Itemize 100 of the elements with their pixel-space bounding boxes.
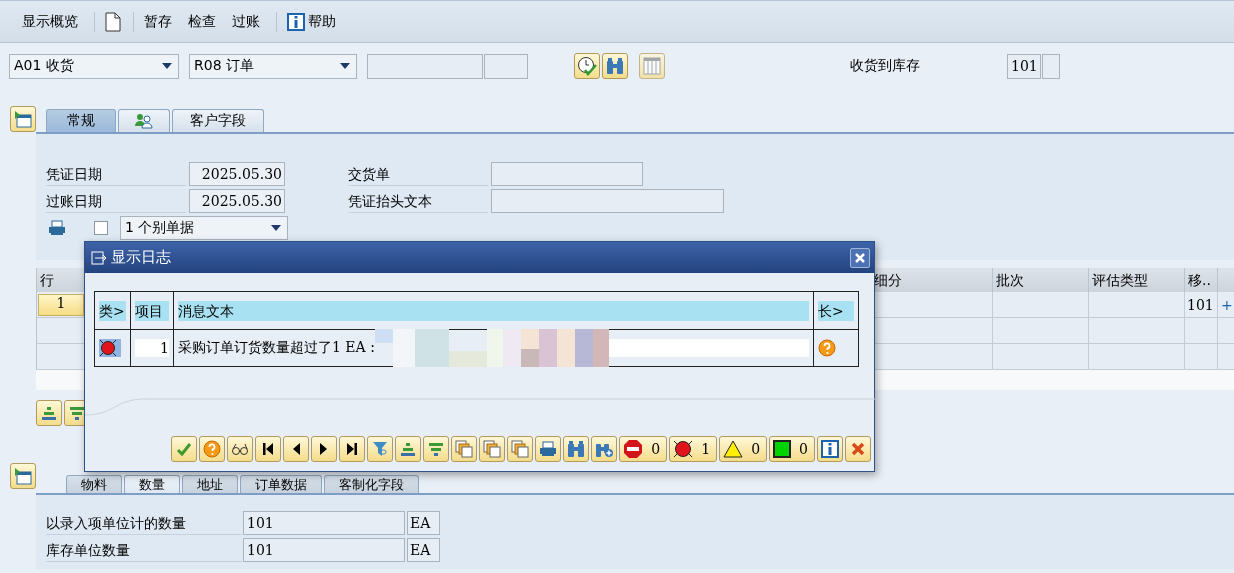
find-button[interactable] xyxy=(563,436,590,462)
header-toggle-icon xyxy=(14,110,32,128)
binoculars-icon xyxy=(606,57,624,75)
technical-info-button[interactable] xyxy=(227,436,254,462)
document-icon xyxy=(105,11,121,32)
message-filter-button[interactable]: 1 xyxy=(669,436,718,462)
new-document-button[interactable] xyxy=(105,11,121,32)
cancel-button[interactable] xyxy=(845,436,871,462)
expand-button[interactable] xyxy=(10,106,36,132)
dialog-title: 显示日志 xyxy=(111,248,172,267)
close-icon xyxy=(850,441,866,457)
people-icon xyxy=(134,113,154,129)
print-button[interactable] xyxy=(535,436,562,462)
help-icon xyxy=(818,339,836,357)
dropdown[interactable]: 1 个别单据 xyxy=(120,216,288,240)
input-field[interactable] xyxy=(367,53,483,79)
field-label: 库存单位数量 xyxy=(46,538,242,562)
toolbar-button[interactable]: 检查 xyxy=(188,12,216,31)
input-field[interactable] xyxy=(491,189,724,213)
date-field[interactable]: 2025.05.30 xyxy=(189,189,285,213)
message-filter-button[interactable]: 0 xyxy=(769,436,815,462)
clock-check-icon xyxy=(577,56,597,76)
row-selector[interactable]: 1 xyxy=(38,293,84,316)
expand-button[interactable] xyxy=(10,463,36,489)
tab[interactable]: 客户字段 xyxy=(172,109,264,132)
caret-icon xyxy=(271,225,281,231)
field-label: 过账日期 xyxy=(46,189,186,213)
sort-button[interactable] xyxy=(36,400,62,426)
unit-field[interactable]: EA xyxy=(407,511,440,535)
log-icon xyxy=(91,250,107,265)
find-next-button[interactable] xyxy=(591,436,618,462)
help-icon xyxy=(203,440,222,458)
partners-tab[interactable] xyxy=(118,109,170,132)
tab[interactable]: 物料 xyxy=(66,475,122,493)
warning-icon xyxy=(723,440,744,458)
table-cell: 1 xyxy=(135,339,169,357)
quantity-field[interactable]: 101 xyxy=(243,538,405,562)
unit-field[interactable]: EA xyxy=(407,538,440,562)
tab[interactable]: 订单数据 xyxy=(240,475,322,493)
printer-icon xyxy=(48,220,66,236)
date-field[interactable]: 2025.05.30 xyxy=(189,162,285,186)
toolbar-button[interactable]: 显示概览 xyxy=(22,12,78,31)
sort-button[interactable] xyxy=(423,436,450,462)
dropdown[interactable]: R08 订单 xyxy=(189,53,357,79)
message-filter-button[interactable]: 0 xyxy=(719,436,768,462)
close-button[interactable] xyxy=(850,247,870,268)
table-cell: 101 xyxy=(1185,292,1218,318)
caret-icon xyxy=(340,63,350,69)
info-icon xyxy=(287,12,305,31)
table-icon xyxy=(643,57,661,75)
column-header: 项目 xyxy=(135,300,169,321)
table-cell: + xyxy=(1218,292,1234,318)
tab[interactable]: 数量 xyxy=(124,475,180,493)
sort-descending-icon xyxy=(69,405,85,421)
pages-icon xyxy=(511,440,530,458)
sort-descending-icon xyxy=(428,441,445,457)
tab[interactable]: 地址 xyxy=(182,475,238,493)
checkbox[interactable] xyxy=(94,221,108,235)
toolbar-button[interactable]: 暂存 xyxy=(144,12,172,31)
search-button[interactable] xyxy=(602,53,628,79)
long-text-button[interactable] xyxy=(818,339,836,357)
table-button[interactable] xyxy=(639,53,665,79)
copy-button[interactable] xyxy=(451,436,478,462)
info-icon xyxy=(821,440,839,458)
input-field[interactable] xyxy=(1042,53,1060,79)
execute-button[interactable] xyxy=(574,53,600,79)
copy-button[interactable] xyxy=(507,436,534,462)
help-button[interactable] xyxy=(199,436,226,462)
tab[interactable]: 常规 xyxy=(46,109,116,132)
toolbar-button[interactable]: 过账 xyxy=(232,12,260,31)
last-page-button[interactable] xyxy=(339,436,366,462)
caret-icon xyxy=(162,63,172,69)
movement-label: 收货到库存 xyxy=(850,57,921,75)
first-page-button[interactable] xyxy=(255,436,282,462)
glasses-icon xyxy=(231,442,250,456)
field-label: 交货单 xyxy=(348,162,488,186)
sort-button[interactable] xyxy=(395,436,422,462)
dropdown[interactable]: A01 收货 xyxy=(9,53,179,79)
info-button[interactable] xyxy=(817,436,843,462)
next-button[interactable] xyxy=(311,436,338,462)
quantity-field[interactable]: 101 xyxy=(243,511,405,535)
help-button[interactable]: 帮助 xyxy=(287,12,336,31)
previous-button[interactable] xyxy=(283,436,310,462)
movement-type-field[interactable]: 101 xyxy=(1007,53,1041,79)
checkmark-icon xyxy=(176,441,193,457)
field-label: 凭证抬头文本 xyxy=(348,189,488,213)
tab[interactable]: 客制化字段 xyxy=(324,475,419,493)
error-light-icon xyxy=(673,439,694,459)
close-icon xyxy=(854,251,866,264)
copy-button[interactable] xyxy=(479,436,506,462)
previous-icon xyxy=(291,442,302,456)
pages-icon xyxy=(455,440,474,458)
input-field[interactable] xyxy=(484,53,528,79)
stop-sign-icon xyxy=(623,439,644,459)
message-filter-button[interactable]: 0 xyxy=(619,436,668,462)
column-header: 类> xyxy=(99,300,126,321)
first-page-icon xyxy=(262,442,275,456)
field-label: 以录入项单位计的数量 xyxy=(46,511,242,535)
confirm-button[interactable] xyxy=(171,436,198,462)
input-field[interactable] xyxy=(491,162,643,186)
